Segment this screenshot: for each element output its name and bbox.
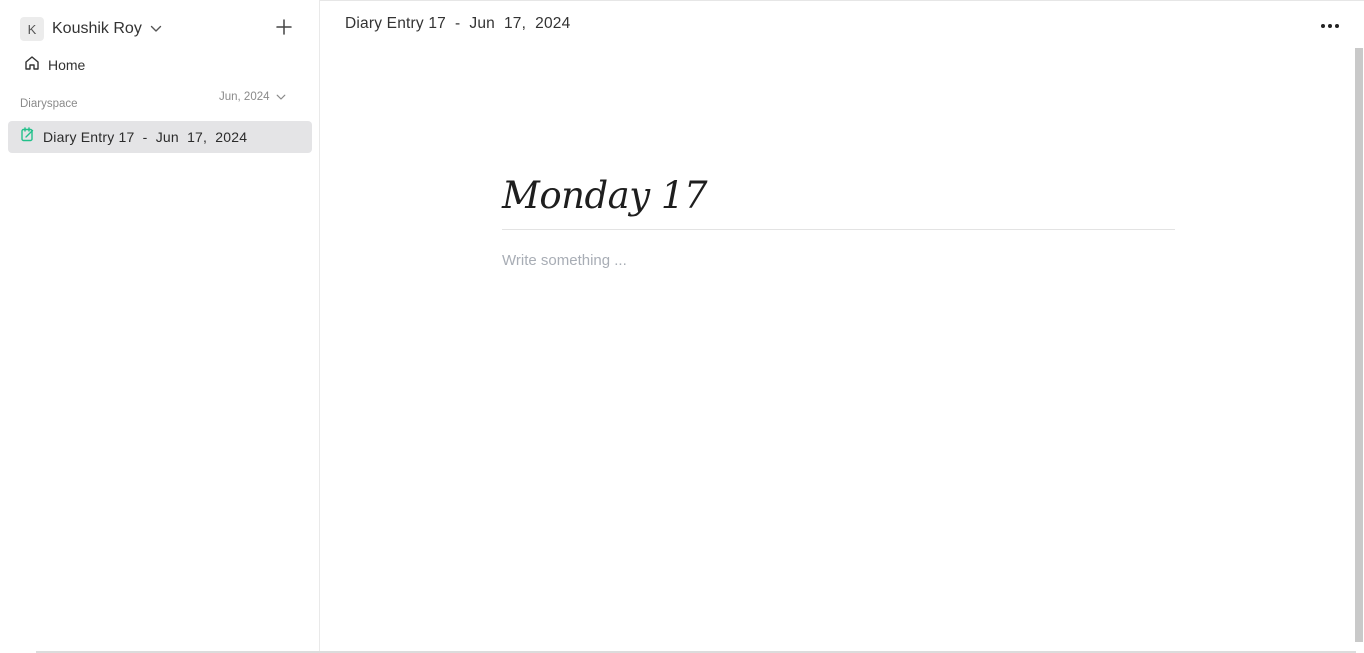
- main-panel: Diary Entry 17 - Jun 17, 2024 Monday 17: [321, 0, 1364, 653]
- more-horizontal-icon: [1320, 16, 1340, 34]
- plus-icon: [276, 18, 292, 40]
- diary-entry-icon: [20, 127, 35, 147]
- sidebar: K Koushik Roy Home Diaryspace Jun, 2024: [0, 0, 320, 653]
- chevron-down-icon: [150, 25, 162, 33]
- section-label: Diaryspace: [20, 98, 78, 110]
- user-switcher[interactable]: K Koushik Roy: [20, 17, 162, 41]
- home-icon: [24, 55, 40, 76]
- chevron-down-icon: [276, 94, 286, 101]
- avatar: K: [20, 17, 44, 41]
- add-entry-button[interactable]: [272, 17, 296, 41]
- entry-body-input[interactable]: [502, 252, 1175, 269]
- month-filter-value: Jun, 2024: [219, 91, 270, 103]
- sidebar-item-home[interactable]: Home: [24, 55, 86, 76]
- diary-editor: Monday 17: [502, 170, 1175, 269]
- scrollbar[interactable]: [1355, 48, 1363, 642]
- more-options-button[interactable]: [1310, 14, 1350, 36]
- breadcrumb: Diary Entry 17 - Jun 17, 2024: [345, 15, 571, 32]
- sidebar-item-label: Diary Entry 17 - Jun 17, 2024: [43, 129, 248, 145]
- user-name: Koushik Roy: [52, 20, 142, 37]
- sidebar-item-label: Home: [48, 57, 86, 73]
- month-filter-dropdown[interactable]: Jun, 2024: [219, 89, 286, 105]
- page-title[interactable]: Monday 17: [502, 170, 1175, 230]
- sidebar-item-diary-entry[interactable]: Diary Entry 17 - Jun 17, 2024: [8, 121, 312, 153]
